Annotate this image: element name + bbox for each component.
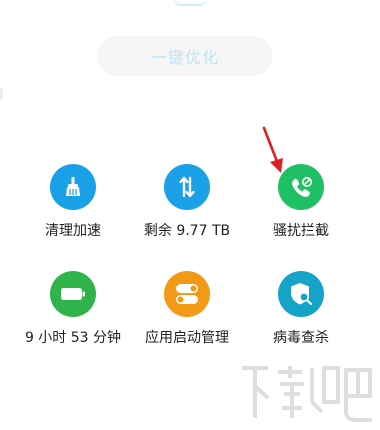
transfer-arrows-icon (164, 164, 210, 210)
tile-virus-scan[interactable]: 病毒查杀 (243, 271, 359, 369)
broom-icon (50, 164, 96, 210)
tile-label-battery: 9 小时 53 分钟 (24, 330, 122, 346)
site-watermark-logo (242, 366, 372, 422)
tile-app-launch-management[interactable]: 应用启动管理 (129, 271, 245, 369)
tile-label-cleanup: 清理加速 (45, 223, 101, 239)
one-click-optimize-button[interactable]: 一键优化 (97, 36, 273, 76)
left-edge-marker (0, 88, 3, 100)
tile-battery[interactable]: 9 小时 53 分钟 (15, 271, 131, 369)
tile-harassment-block[interactable]: 骚扰拦截 (243, 164, 359, 262)
one-click-optimize-label: 一键优化 (150, 48, 219, 67)
shield-search-icon (278, 271, 324, 317)
tile-cleanup-speedup[interactable]: 清理加速 (15, 164, 131, 262)
toggle-switches-icon (164, 271, 210, 317)
tile-label-harassment: 骚扰拦截 (273, 223, 329, 239)
battery-icon (50, 271, 96, 317)
red-pointer-arrow (262, 126, 283, 173)
tile-label-app-launch: 应用启动管理 (145, 330, 229, 346)
tile-label-virus: 病毒查杀 (273, 330, 329, 346)
tile-label-storage: 剩余 9.77 TB (143, 223, 231, 239)
security-center-screen: 一键优化 清理加速 剩余 9.77 TB 骚扰拦截 9 小时 53 分钟 应用启… (0, 0, 380, 430)
tile-storage-remaining[interactable]: 剩余 9.77 TB (129, 164, 245, 262)
top-title-fragment (173, 0, 207, 6)
